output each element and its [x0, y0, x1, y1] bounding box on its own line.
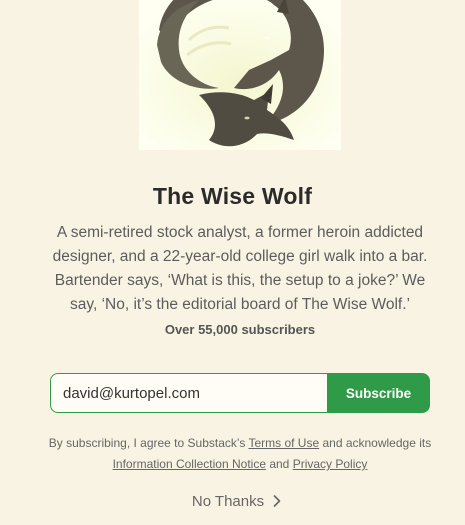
subscriber-count: Over 55,000 subscribers: [164, 322, 316, 337]
publication-description: A semi-retired stock analyst, a former h…: [52, 224, 428, 313]
information-collection-notice-link[interactable]: Information Collection Notice: [113, 457, 266, 471]
terms-of-use-link[interactable]: Terms of Use: [248, 436, 319, 450]
email-input[interactable]: [50, 373, 327, 413]
privacy-policy-link[interactable]: Privacy Policy: [293, 457, 368, 471]
publication-title: The Wise Wolf: [152, 183, 313, 209]
legal-text-1: By subscribing, I agree to Substack’s: [48, 436, 249, 450]
wolf-yin-yang-logo-icon: [139, 0, 341, 150]
no-thanks-button[interactable]: No Thanks: [0, 493, 465, 511]
publication-logo: [139, 0, 341, 150]
subscribe-form: Subscribe: [50, 373, 430, 413]
chevron-right-icon: [273, 494, 281, 511]
subscribe-button[interactable]: Subscribe: [327, 373, 430, 413]
no-thanks-label: No Thanks: [191, 493, 265, 510]
legal-text-3: and: [266, 457, 293, 471]
legal-text-2: and acknowledge its: [319, 436, 432, 450]
legal-notice: By subscribing, I agree to Substack’s Te…: [30, 433, 450, 475]
